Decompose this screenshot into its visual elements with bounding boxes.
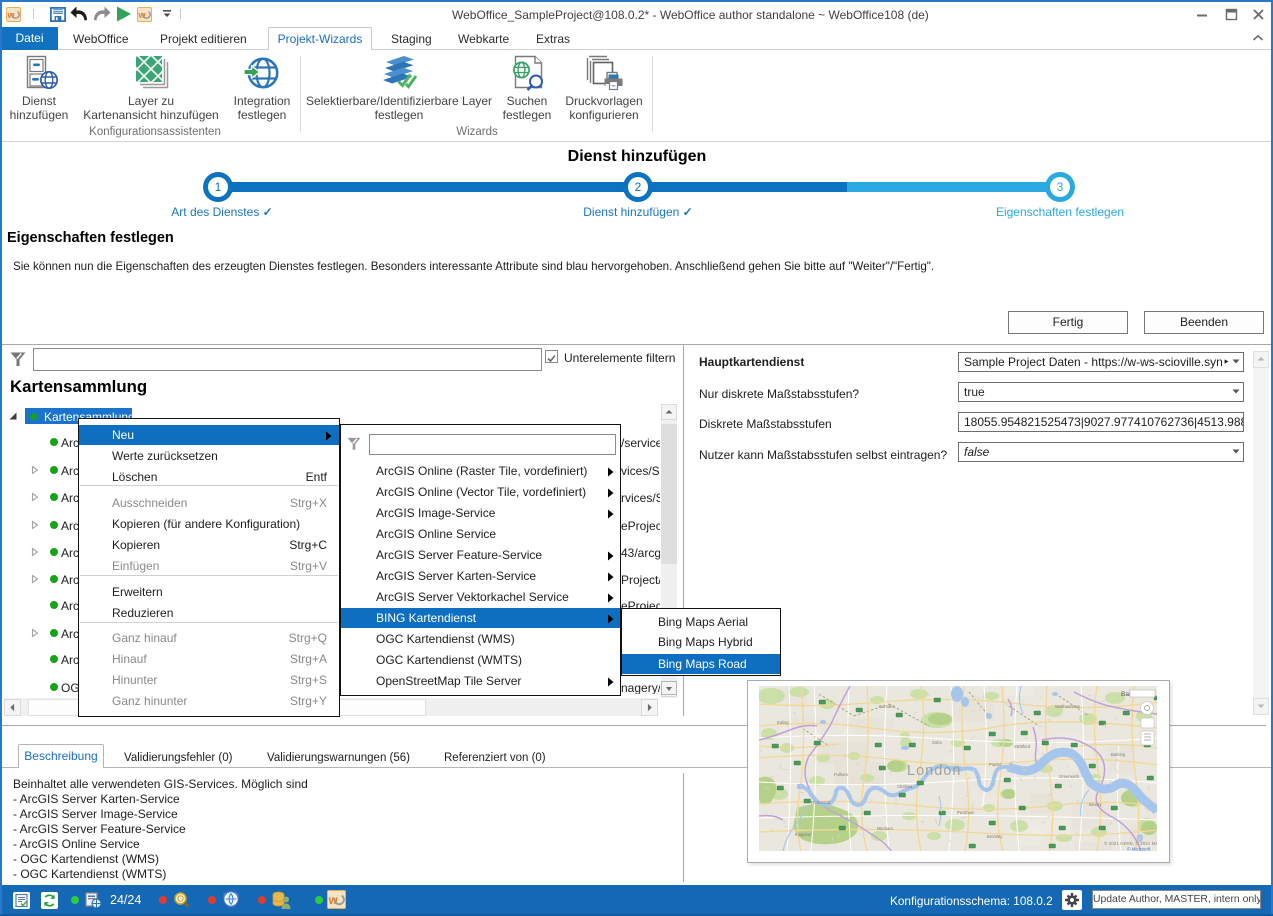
svg-text:Chelsea: Chelsea — [897, 784, 913, 789]
svg-text:Mitcham: Mitcham — [877, 826, 893, 831]
svg-text:© Microsoft: © Microsoft — [1127, 846, 1151, 852]
svg-text:Stratford: Stratford — [1014, 744, 1031, 749]
svg-text:London: London — [907, 763, 961, 779]
svg-text:Kingston: Kingston — [795, 832, 812, 837]
svg-text:Greenwich: Greenwich — [1059, 774, 1080, 779]
svg-text:Bromley: Bromley — [987, 834, 1003, 839]
svg-text:Bexley: Bexley — [1089, 802, 1102, 807]
svg-text:Poplar: Poplar — [989, 762, 1002, 767]
svg-text:Camden: Camden — [879, 704, 895, 709]
svg-text:Fulham: Fulham — [834, 772, 848, 777]
svg-text:Richmond: Richmond — [811, 800, 831, 805]
svg-text:Walthamstow: Walthamstow — [1055, 704, 1081, 709]
svg-text:Soho: Soho — [932, 740, 942, 745]
svg-text:Ealing: Ealing — [777, 720, 789, 725]
svg-text:w: w — [328, 894, 339, 907]
svg-text:© 2021 HERE, © 2021 Microsoft: © 2021 HERE, © 2021 Microsoft — [1104, 840, 1157, 846]
svg-text:Barking: Barking — [1111, 752, 1126, 757]
svg-text:Peckham: Peckham — [957, 810, 975, 815]
